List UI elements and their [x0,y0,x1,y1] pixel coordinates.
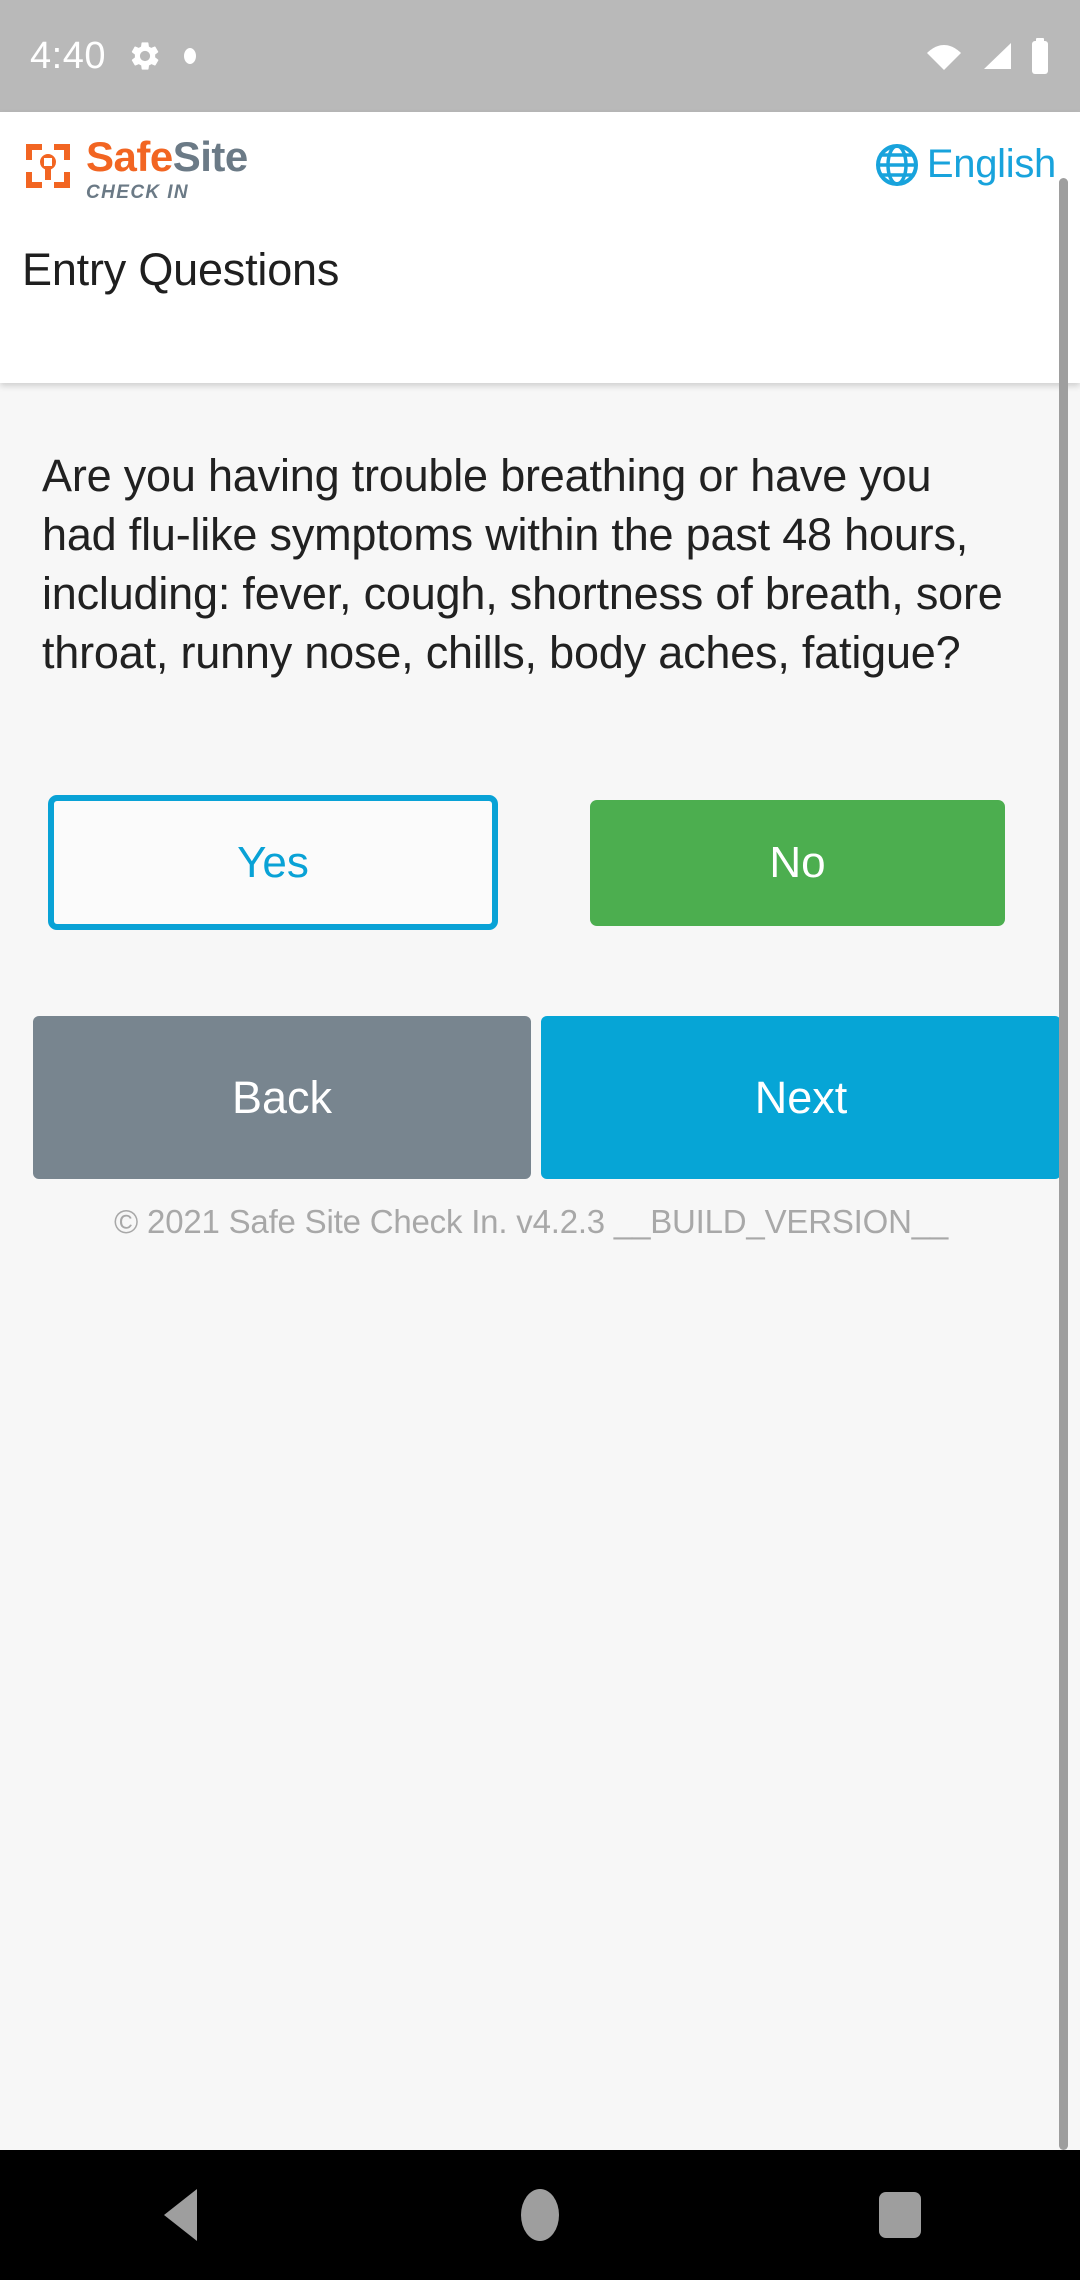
page-title: Entry Questions [22,244,340,295]
logo-wordmark: SafeSite CHECK IN [86,136,248,204]
header-top-row: SafeSite CHECK IN English [0,112,1080,238]
status-bar-right [926,38,1050,74]
answer-no-button[interactable]: No [590,800,1005,926]
status-bar-left: 4:40 [30,35,196,78]
language-switcher[interactable]: English [875,142,1056,187]
status-bar: 4:40 [0,0,1080,112]
safesite-logo: SafeSite CHECK IN [22,136,248,204]
circle-home-icon [521,2189,559,2241]
system-home-button[interactable] [440,2150,640,2280]
logo-title: SafeSite [86,136,248,178]
system-navigation-bar [0,2150,1080,2280]
globe-icon [875,143,919,187]
app-header: SafeSite CHECK IN English Entry Question… [0,112,1080,383]
notification-dot-icon [183,48,196,64]
back-button[interactable]: Back [33,1016,531,1179]
triangle-back-icon [163,2189,197,2241]
system-back-button[interactable] [80,2150,280,2280]
square-recents-icon [879,2192,921,2238]
safesite-logo-mark-icon [22,140,74,192]
page-scrollbar-thumb[interactable] [1059,178,1068,2150]
copyright-footer: © 2021 Safe Site Check In. v4.2.3 __BUIL… [113,1203,949,1240]
gear-icon [128,39,162,73]
language-label: English [926,142,1056,186]
status-bar-clock: 4:40 [30,34,106,77]
battery-icon [1030,38,1050,74]
answer-button-row: Yes No [0,795,1080,930]
logo-word-safe: Safe [86,133,173,180]
logo-tagline: CHECK IN [86,182,190,203]
entry-question-text: Are you having trouble breathing or have… [42,450,1003,678]
logo-word-site: Site [172,133,249,180]
answer-yes-button[interactable]: Yes [48,795,498,930]
system-recents-button[interactable] [800,2150,1000,2280]
next-button[interactable]: Next [541,1016,1061,1179]
wifi-icon [926,41,962,71]
cellular-signal-icon [978,41,1014,71]
question-content-area: Are you having trouble breathing or have… [0,383,1080,2150]
navigation-button-row: Back Next [0,1016,1080,1179]
